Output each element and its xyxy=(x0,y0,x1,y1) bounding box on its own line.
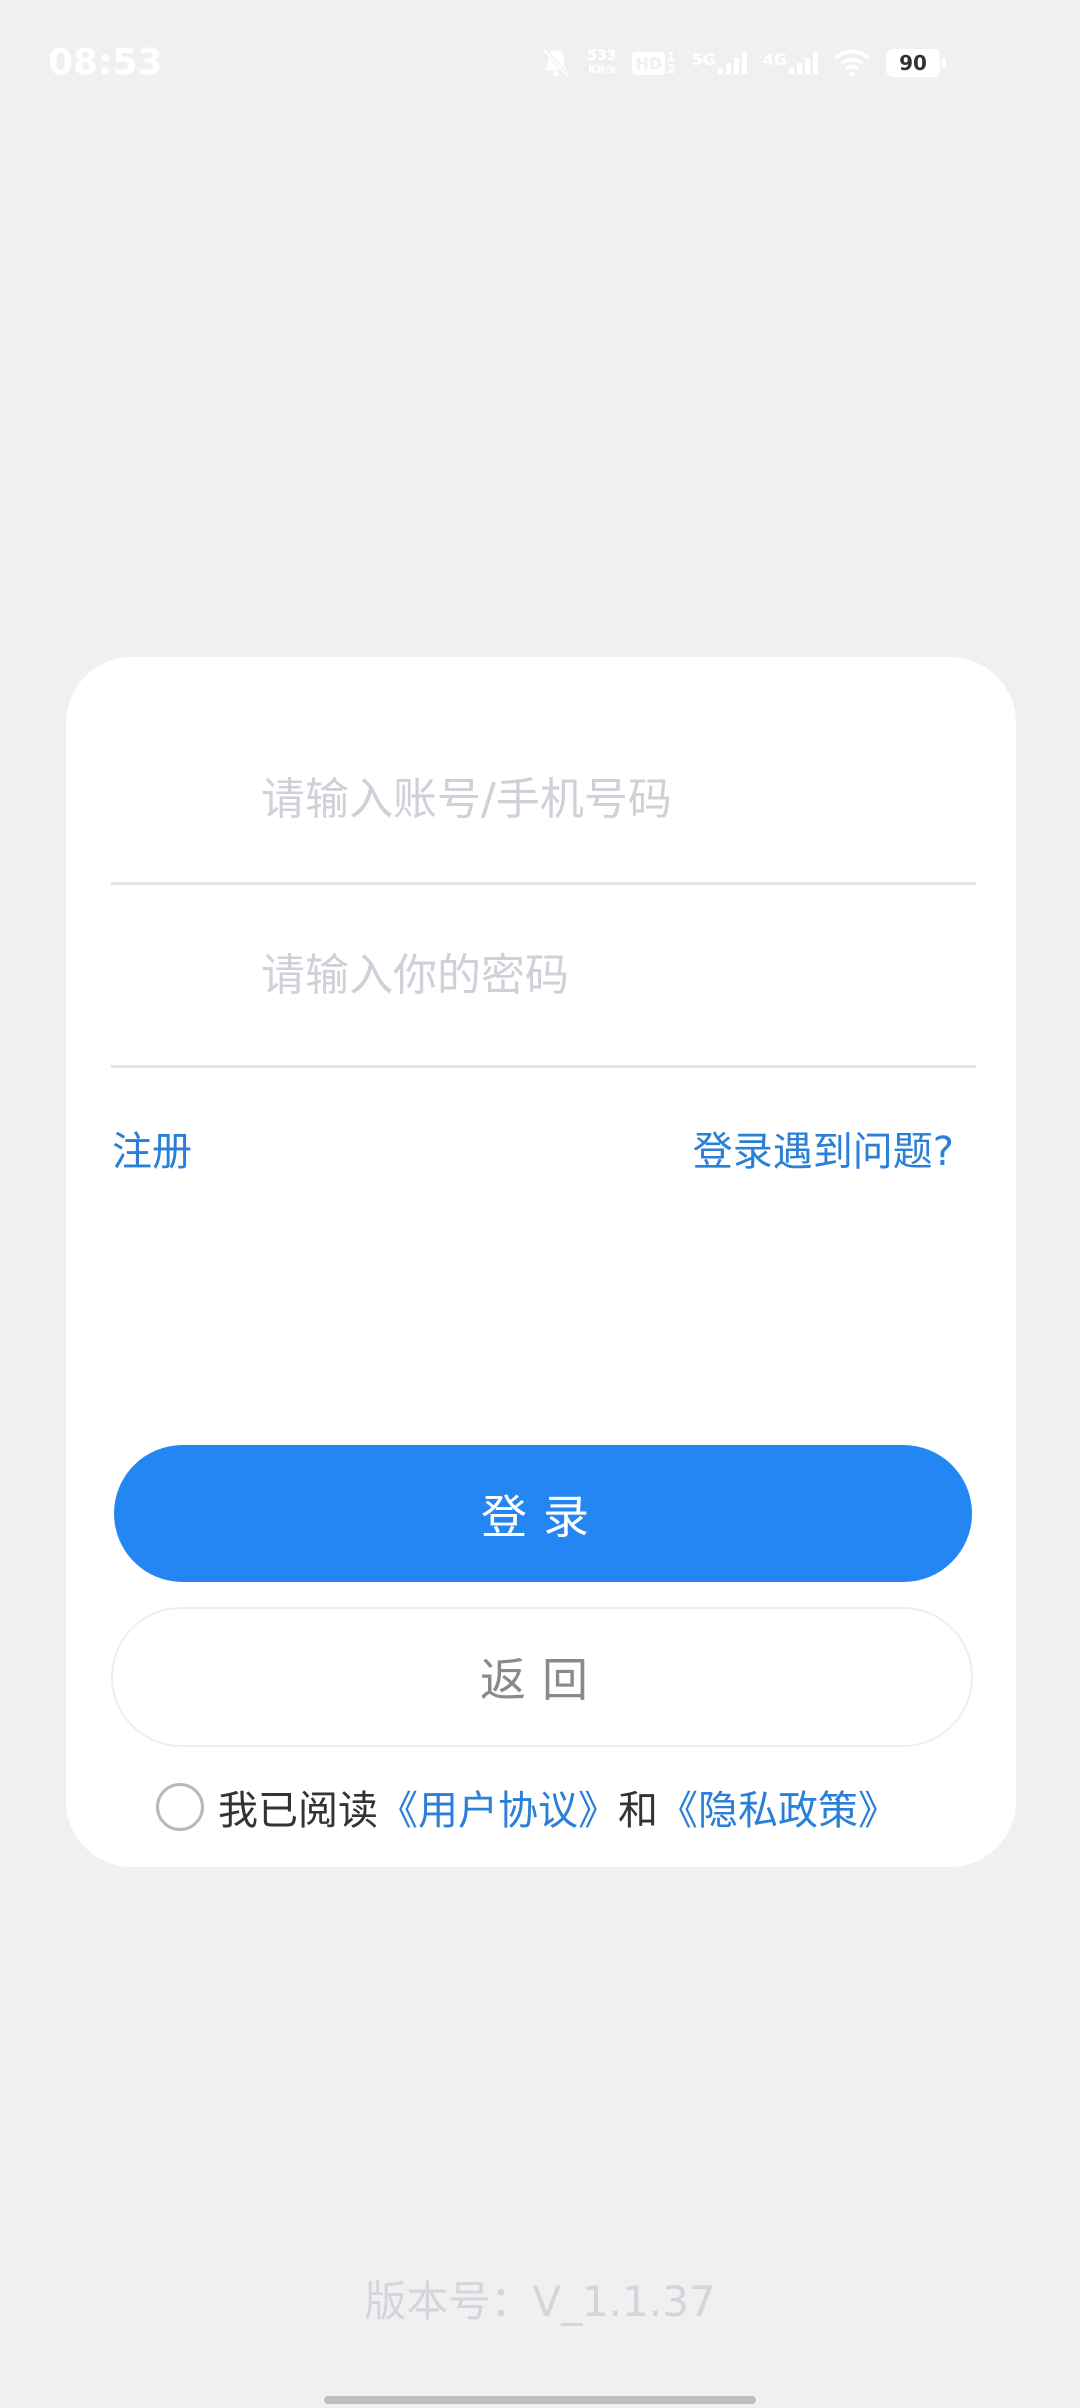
net-speed-indicator: 533 KB/s xyxy=(587,49,616,77)
hd-icon: HD 1 2 xyxy=(632,51,675,75)
login-card: 注册 登录遇到问题? 登录 返回 我已阅读 《用户协议》 和 《隐私政策》 xyxy=(66,657,1016,1867)
agreement-row: 我已阅读 《用户协议》 和 《隐私政策》 xyxy=(156,1779,898,1835)
status-time: 08:53 xyxy=(48,42,163,83)
home-indicator[interactable] xyxy=(324,2396,756,2404)
agreement-prefix: 我已阅读 xyxy=(218,1788,378,1834)
bell-muted-icon xyxy=(541,47,571,79)
password-input[interactable] xyxy=(261,885,961,1065)
account-field xyxy=(111,717,976,885)
register-link[interactable]: 注册 xyxy=(112,1119,192,1177)
privacy-policy-link[interactable]: 《隐私政策》 xyxy=(658,1778,898,1836)
login-button[interactable]: 登录 xyxy=(114,1445,972,1582)
status-icons: 533 KB/s HD 1 2 5G 4G 90 xyxy=(541,40,946,86)
login-screen: 08:53 533 KB/s HD 1 2 5G 4G 90 请输入账号/手机号… xyxy=(0,0,1080,2408)
signal-4g-icon: 4G xyxy=(763,52,818,74)
net-speed-unit: KB/s xyxy=(588,63,616,76)
hd-label: HD xyxy=(632,51,666,75)
signal-4g-label: 4G xyxy=(762,50,787,69)
password-field xyxy=(111,885,976,1068)
wifi-icon xyxy=(834,49,870,77)
agreement-conjunction: 和 xyxy=(618,1788,658,1834)
user-agreement-link[interactable]: 《用户协议》 xyxy=(378,1778,618,1836)
signal-5g-icon: 5G xyxy=(691,50,747,74)
status-bar: 08:53 533 KB/s HD 1 2 5G 4G 90 xyxy=(0,0,1080,130)
back-button[interactable]: 返回 xyxy=(111,1607,973,1747)
net-speed-value: 533 xyxy=(587,48,617,64)
version-label: 版本号：V_1.1.37 xyxy=(364,2277,716,2326)
hd-sub: 2 xyxy=(667,62,676,76)
agreement-radio[interactable] xyxy=(156,1783,204,1831)
login-problem-link[interactable]: 登录遇到问题? xyxy=(693,1119,954,1177)
battery-icon: 90 xyxy=(886,49,946,77)
battery-level: 90 xyxy=(899,51,927,75)
account-input[interactable] xyxy=(261,717,961,882)
signal-5g-label: 5G xyxy=(691,50,716,69)
